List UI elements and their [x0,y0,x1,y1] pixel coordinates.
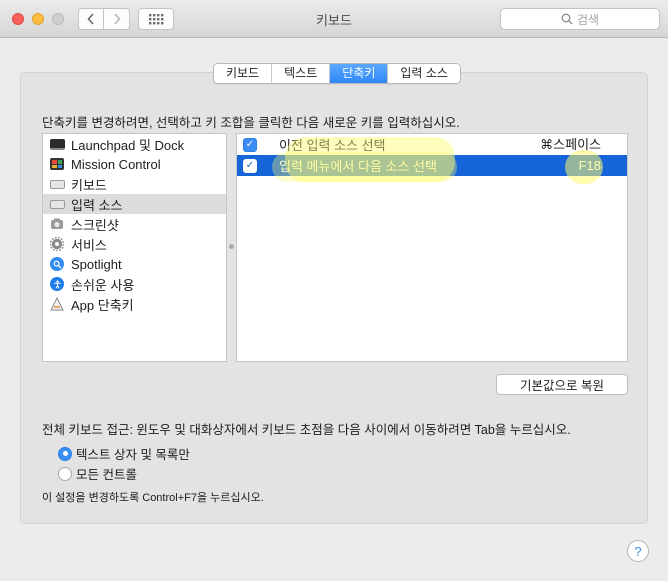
grid-icon [149,14,164,25]
keyboard-icon [49,197,65,211]
tab-text[interactable]: 텍스트 [272,64,331,83]
category-label: 입력 소스 [71,197,123,213]
category-input-sources[interactable]: 입력 소스 [43,194,226,214]
radio-button[interactable] [58,466,72,481]
category-accessibility[interactable]: 손쉬운 사용 [43,274,226,294]
category-spotlight[interactable]: Spotlight [43,254,226,274]
category-label: 손쉬운 사용 [71,277,135,293]
zoom-window-button[interactable] [52,13,64,25]
category-services[interactable]: 서비스 [43,234,226,254]
category-label: 스크린샷 [71,217,119,233]
full-keyboard-access-label: 전체 키보드 접근: 윈도우 및 대화상자에서 키보드 초점을 다음 사이에서 … [42,423,571,437]
gear-icon [49,237,65,251]
radio-button[interactable] [58,446,72,461]
spotlight-icon [49,257,65,271]
tab-keyboard[interactable]: 키보드 [214,64,273,83]
instruction-text: 단축키를 변경하려면, 선택하고 키 조합을 클릭한 다음 새로운 키를 입력하… [42,116,460,130]
radio-label: 텍스트 상자 및 목록만 [76,448,190,462]
category-screenshots[interactable]: 스크린샷 [43,214,226,234]
category-label: 키보드 [71,177,107,193]
navigation-buttons [78,8,130,30]
category-launchpad-dock[interactable]: Launchpad 및 Dock [43,134,226,154]
help-button[interactable]: ? [627,540,649,562]
full-keyboard-access-note: 이 설정을 변경하도록 Control+F7을 누르십시오. [42,492,264,504]
highlighter-mark [565,150,603,184]
search-icon [561,13,573,25]
category-label: Launchpad 및 Dock [71,137,185,153]
radio-text-boxes-and-lists[interactable]: 텍스트 상자 및 목록만 [58,444,190,463]
tab-shortcuts[interactable]: 단축키 [330,64,389,83]
minimize-window-button[interactable] [32,13,44,25]
screenshot-icon [49,217,65,231]
chevron-left-icon [87,13,94,25]
back-button[interactable] [78,8,104,30]
search-field[interactable]: 검색 [500,8,660,30]
category-label: Mission Control [71,156,161,172]
launchpad-icon [49,137,65,151]
accessibility-icon [49,277,65,291]
tab-bar: 키보드 텍스트 단축키 입력 소스 [213,63,461,84]
search-placeholder: 검색 [576,12,600,27]
app-shortcuts-icon [49,297,65,311]
keyboard-icon [49,177,65,191]
radio-label: 모든 컨트롤 [76,468,137,482]
list-splitter-handle[interactable] [229,244,234,249]
category-label: 서비스 [71,237,107,253]
tab-input-sources[interactable]: 입력 소스 [388,64,460,83]
category-mission-control[interactable]: Mission Control [43,154,226,174]
category-app-shortcuts[interactable]: App 단축키 [43,294,226,314]
restore-defaults-button[interactable]: 기본값으로 복원 [496,374,628,395]
close-window-button[interactable] [12,13,24,25]
shortcut-checkbox[interactable]: ✓ [243,137,257,152]
mission-control-icon [49,157,65,171]
shortcut-checkbox[interactable]: ✓ [243,158,257,173]
shortcut-category-list: Launchpad 및 Dock Mission Control 키보드 입력 … [42,133,227,362]
highlighter-mark [272,152,457,182]
category-label: Spotlight [71,256,122,272]
chevron-right-icon [113,13,121,25]
radio-all-controls[interactable]: 모든 컨트롤 [58,464,137,483]
title-bar: 키보드 검색 [0,0,668,38]
show-all-button[interactable] [138,8,174,30]
forward-button[interactable] [104,8,130,30]
category-keyboard[interactable]: 키보드 [43,174,226,194]
category-label: App 단축키 [71,297,134,313]
